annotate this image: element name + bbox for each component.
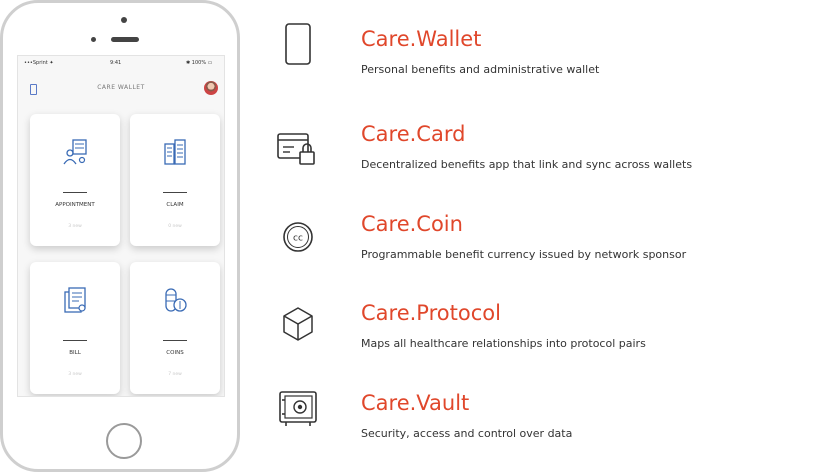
card-divider — [163, 340, 187, 341]
feature-description: Personal benefits and administrative wal… — [361, 63, 600, 76]
appointment-icon — [63, 139, 87, 165]
card-claim[interactable]: CLAIM 0 new — [130, 114, 220, 246]
card-divider — [163, 192, 187, 193]
status-battery: ✱ 100% ▭ — [186, 60, 213, 66]
card-count: 7 new — [168, 372, 182, 377]
app-header: CARE WALLET — [18, 74, 224, 104]
feature-description: Decentralized benefits app that link and… — [361, 158, 693, 171]
card-lock-icon — [277, 133, 315, 165]
card-bill[interactable]: BILL 3 new — [30, 262, 120, 394]
home-button[interactable] — [106, 423, 142, 459]
phone-speaker — [111, 37, 139, 42]
bill-icon — [64, 287, 86, 313]
card-label: APPOINTMENT — [55, 202, 95, 208]
card-label: BILL — [69, 350, 81, 356]
cube-icon — [283, 307, 313, 341]
feature-description: Programmable benefit currency issued by … — [361, 248, 687, 261]
phone-screen: •••Sprint ✦ 9:41 ✱ 100% ▭ CARE WALLET AP… — [17, 55, 225, 397]
app-title: CARE WALLET — [97, 84, 145, 91]
feature-title: Care.Card — [361, 122, 466, 146]
status-time: 9:41 — [110, 60, 122, 66]
phone-camera — [91, 37, 96, 42]
feature-title: Care.Vault — [361, 391, 470, 415]
card-count: 3 new — [68, 224, 82, 229]
smartphone-icon — [285, 23, 311, 65]
card-coins[interactable]: COINS 7 new — [130, 262, 220, 394]
card-label: COINS — [166, 350, 184, 356]
phone-mockup: •••Sprint ✦ 9:41 ✱ 100% ▭ CARE WALLET AP… — [0, 0, 240, 472]
svg-text:cc: cc — [293, 234, 303, 244]
feature-description: Security, access and control over data — [361, 427, 573, 440]
card-count: 3 new — [68, 372, 82, 377]
card-divider — [63, 340, 87, 341]
coin-icon: cc — [283, 222, 313, 252]
feature-title: Care.Wallet — [361, 27, 482, 51]
status-carrier: •••Sprint ✦ — [24, 60, 54, 66]
card-count: 0 new — [168, 224, 182, 229]
status-bar: •••Sprint ✦ 9:41 ✱ 100% ▭ — [18, 56, 224, 70]
card-label: CLAIM — [166, 202, 184, 208]
coins-icon — [165, 288, 187, 312]
card-divider — [63, 192, 87, 193]
phone-front-dot — [121, 17, 127, 23]
avatar[interactable] — [204, 81, 218, 95]
feature-title: Care.Protocol — [361, 301, 501, 325]
vault-icon — [279, 391, 317, 426]
claim-icon — [164, 139, 186, 165]
feature-title: Care.Coin — [361, 212, 463, 236]
card-appointment[interactable]: APPOINTMENT 3 new — [30, 114, 120, 246]
feature-description: Maps all healthcare relationships into p… — [361, 337, 646, 350]
